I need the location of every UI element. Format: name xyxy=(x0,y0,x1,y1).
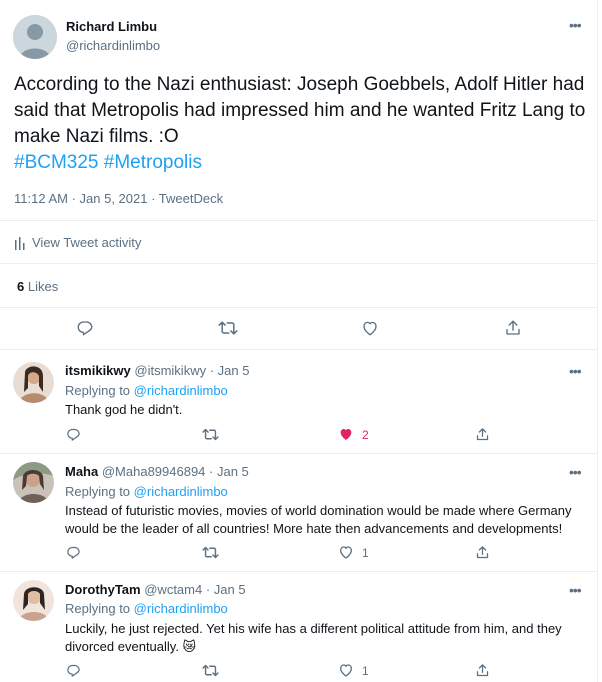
share-icon[interactable] xyxy=(503,318,523,338)
like-icon[interactable] xyxy=(336,542,356,562)
author-handle[interactable]: @richardinlimbo xyxy=(66,38,160,53)
likes-count[interactable]: 6 Likes xyxy=(17,279,58,294)
like-icon[interactable] xyxy=(336,660,356,680)
replying-to-link[interactable]: @richardinlimbo xyxy=(134,484,228,499)
more-icon[interactable]: ••• xyxy=(569,583,582,597)
reply-icon[interactable] xyxy=(75,318,95,338)
share-icon[interactable] xyxy=(472,660,492,680)
replying-to: Replying to @richardinlimbo xyxy=(65,484,228,499)
share-icon[interactable] xyxy=(472,424,492,444)
retweet-icon[interactable] xyxy=(200,542,220,562)
reply-text: Instead of futuristic movies, movies of … xyxy=(65,503,572,536)
replying-to: Replying to @richardinlimbo xyxy=(65,383,228,398)
author-name[interactable]: Richard Limbu xyxy=(66,19,157,34)
replying-prefix: Replying to xyxy=(65,601,131,616)
divider xyxy=(0,263,597,264)
reply-text: Thank god he didn't. xyxy=(65,402,183,417)
reply-time[interactable]: · Jan 5 xyxy=(210,363,250,378)
reply-time[interactable]: · Jan 5 xyxy=(206,582,246,597)
like-icon[interactable] xyxy=(360,318,380,338)
divider xyxy=(0,349,597,350)
more-icon[interactable]: ••• xyxy=(569,364,582,378)
reply-name[interactable]: itsmikikwy xyxy=(65,363,131,378)
reply-header: DorothyTam @wctam4 · Jan 5 xyxy=(65,582,246,597)
tweet-meta[interactable]: 11:12 AM · Jan 5, 2021 · TweetDeck xyxy=(14,191,223,206)
reply-avatar[interactable] xyxy=(13,362,54,403)
likes-number: 6 xyxy=(17,279,25,294)
user-photo-icon xyxy=(13,362,54,403)
bar-chart-icon xyxy=(15,236,25,250)
divider xyxy=(0,453,597,454)
hashtag-metropolis[interactable]: #Metropolis xyxy=(104,152,202,173)
reply-avatar[interactable] xyxy=(13,462,54,503)
view-activity-link[interactable]: View Tweet activity xyxy=(14,235,141,250)
activity-label: View Tweet activity xyxy=(32,235,142,250)
reply-handle[interactable]: @itsmikikwy xyxy=(134,363,206,378)
reply-time[interactable]: · Jan 5 xyxy=(209,464,249,479)
reply-avatar[interactable] xyxy=(13,580,54,621)
default-avatar-icon xyxy=(13,15,57,59)
reply-text: Luckily, he just rejected. Yet his wife … xyxy=(65,621,562,654)
replying-to-link[interactable]: @richardinlimbo xyxy=(134,601,228,616)
replying-to-link[interactable]: @richardinlimbo xyxy=(134,383,228,398)
like-count: 1 xyxy=(362,664,369,678)
retweet-icon[interactable] xyxy=(200,660,220,680)
divider xyxy=(0,307,597,308)
user-photo-icon xyxy=(13,462,54,503)
divider xyxy=(0,220,597,221)
share-icon[interactable] xyxy=(472,542,492,562)
author-avatar[interactable] xyxy=(13,15,57,59)
replying-prefix: Replying to xyxy=(65,484,131,499)
reply-icon[interactable] xyxy=(63,660,83,680)
user-photo-icon xyxy=(13,580,54,621)
retweet-icon[interactable] xyxy=(218,318,238,338)
more-icon[interactable]: ••• xyxy=(569,465,582,479)
reply-handle[interactable]: @Maha89946894 xyxy=(102,464,206,479)
reply-name[interactable]: Maha xyxy=(65,464,98,479)
replying-prefix: Replying to xyxy=(65,383,131,398)
reply-icon[interactable] xyxy=(63,542,83,562)
replying-to: Replying to @richardinlimbo xyxy=(65,601,228,616)
reply-name[interactable]: DorothyTam xyxy=(65,582,141,597)
likes-label: Likes xyxy=(27,279,59,294)
retweet-icon[interactable] xyxy=(200,424,220,444)
reply-icon[interactable] xyxy=(63,424,83,444)
reply-header: itsmikikwy @itsmikikwy · Jan 5 xyxy=(65,363,249,378)
reply-handle[interactable]: @wctam4 xyxy=(144,582,202,597)
hashtag-bcm325[interactable]: #BCM325 xyxy=(14,152,99,173)
like-count: 1 xyxy=(362,546,369,560)
reply-header: Maha @Maha89946894 · Jan 5 xyxy=(65,464,249,479)
tweet-text: According to the Nazi enthusiast: Joseph… xyxy=(14,72,589,176)
tweet-thread: Richard Limbu @richardinlimbo ••• Accord… xyxy=(0,0,598,682)
more-icon[interactable]: ••• xyxy=(569,18,582,32)
tweet-body: According to the Nazi enthusiast: Joseph… xyxy=(14,74,586,147)
like-icon-filled[interactable] xyxy=(336,424,356,444)
divider xyxy=(0,571,597,572)
like-count: 2 xyxy=(362,428,369,442)
